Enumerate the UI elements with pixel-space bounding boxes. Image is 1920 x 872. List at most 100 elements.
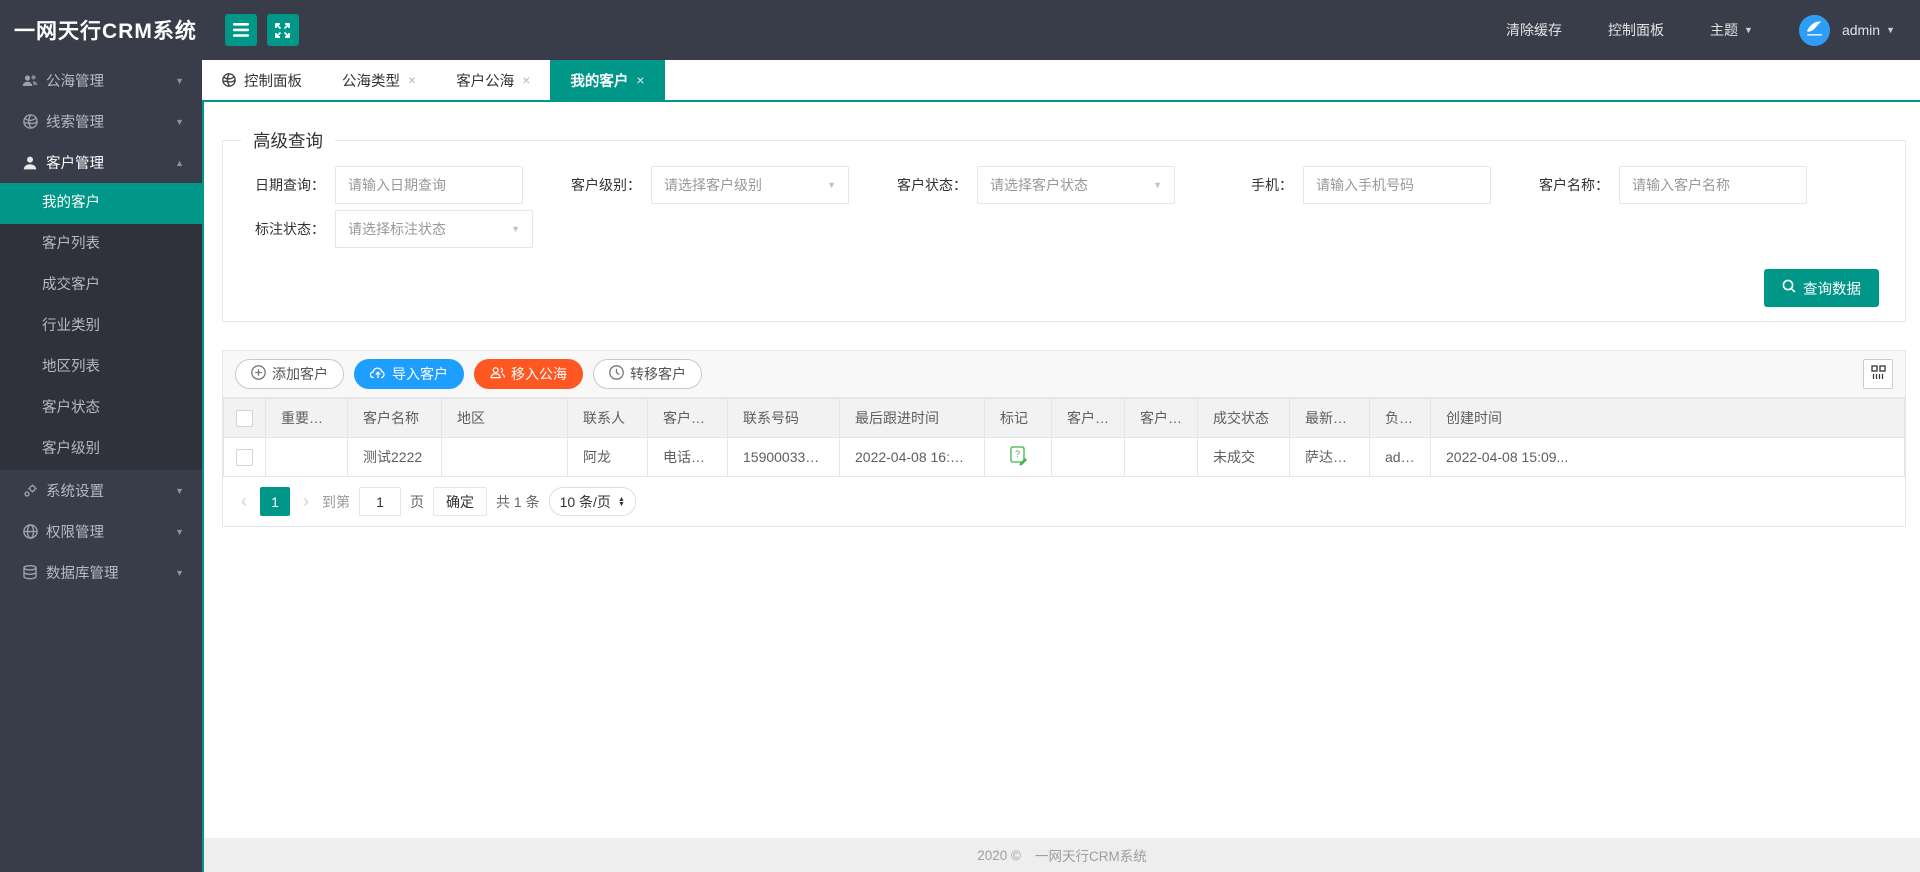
tab-public-sea-type[interactable]: 公海类型 ×: [322, 60, 436, 100]
cell-status: [1124, 437, 1198, 477]
add-customer-button[interactable]: 添加客户: [235, 359, 344, 389]
row-checkbox[interactable]: [236, 448, 253, 466]
mobile-input[interactable]: [1303, 166, 1491, 204]
clear-cache-link[interactable]: 清除缓存: [1506, 20, 1562, 40]
content-area: 控制面板 公海类型 × 客户公海 × 我的客户 × 高级查询 日期查询： 客户级: [202, 60, 1920, 872]
next-page-icon[interactable]: ›: [299, 491, 313, 512]
button-label: 移入公海: [511, 366, 567, 382]
sidebar-item-system-settings[interactable]: 系统设置 ▼: [0, 470, 202, 511]
cell-region: [441, 437, 568, 477]
sidebar-item-label: 公海管理: [46, 74, 104, 90]
sidebar-item-customer-list[interactable]: 客户列表: [0, 224, 202, 265]
sidebar-item-deal-customers[interactable]: 成交客户: [0, 265, 202, 306]
select-all-checkbox[interactable]: [236, 409, 253, 427]
caret-up-icon: ▲: [175, 157, 184, 168]
table-header-row: 重要客户 客户名称 地区 联系人 客户来源 联系号码 最后跟进时间 标记 客户级…: [223, 398, 1905, 438]
col-important: 重要客户: [265, 398, 348, 438]
table-row[interactable]: 测试2222 阿龙 电话咨询 15900033000 2022-04-08 16…: [223, 437, 1905, 477]
sidebar-item-leads[interactable]: 线索管理 ▼: [0, 101, 202, 142]
sidebar-item-customer-level[interactable]: 客户级别: [0, 429, 202, 470]
menu-toggle-button[interactable]: [224, 14, 257, 46]
cloud-upload-icon: [369, 366, 386, 382]
sidebar: 公海管理 ▼ 线索管理 ▼ 客户管理 ▲ 我的客户 客户列表 成交客户 行业类别…: [0, 60, 202, 872]
caret-down-icon: ▼: [175, 526, 184, 537]
select-all-cell: [223, 398, 266, 438]
tab-label: 客户公海: [456, 73, 515, 90]
sidebar-item-my-customers[interactable]: 我的客户: [0, 183, 202, 224]
company-logo-icon: [1798, 14, 1830, 46]
sidebar-item-permissions[interactable]: 权限管理 ▼: [0, 511, 202, 552]
user-menu[interactable]: admin ▼: [1842, 22, 1895, 38]
query-data-button[interactable]: 查询数据: [1764, 269, 1879, 307]
customer-level-field: 客户级别： 请选择客户级别 ▼: [539, 166, 849, 204]
page-size-select[interactable]: 10 条/页 ▲ ▼: [548, 487, 636, 516]
updown-arrows-icon: ▲ ▼: [617, 495, 625, 508]
query-form-row-1: 日期查询： 客户级别： 请选择客户级别 ▼ 客户状态： 请选择客户状态 ▼: [223, 166, 1905, 204]
customer-name-input[interactable]: [1619, 166, 1807, 204]
customer-level-select[interactable]: 请选择客户级别 ▼: [651, 166, 849, 204]
transfer-customer-button[interactable]: 转移客户: [593, 359, 702, 389]
current-page-button[interactable]: 1: [260, 487, 290, 516]
control-panel-link[interactable]: 控制面板: [1608, 20, 1664, 40]
cell-last-follow-time: 2022-04-08 16:45:...: [839, 437, 985, 477]
sidebar-item-label: 数据库管理: [46, 566, 119, 582]
globe-icon: [222, 73, 236, 87]
sidebar-item-industry-category[interactable]: 行业类别: [0, 306, 202, 347]
sidebar-item-public-sea[interactable]: 公海管理 ▼: [0, 60, 202, 101]
avatar[interactable]: [1798, 14, 1830, 46]
database-icon: [22, 565, 38, 580]
mark-status-select[interactable]: 请选择标注状态 ▼: [335, 210, 533, 248]
move-to-public-sea-button[interactable]: 移入公海: [474, 359, 583, 389]
cell-mark: ?: [984, 437, 1052, 477]
table-toolbar: 添加客户 导入客户 移入公海 转移客户: [223, 351, 1905, 398]
customer-status-field: 客户状态： 请选择客户状态 ▼: [865, 166, 1175, 204]
confirm-page-button[interactable]: 确定: [433, 487, 487, 516]
gears-icon: [22, 484, 38, 498]
edit-note-icon[interactable]: ?: [1009, 446, 1028, 469]
close-tab-icon[interactable]: ×: [408, 73, 416, 87]
customer-status-select[interactable]: 请选择客户状态 ▼: [977, 166, 1175, 204]
close-tab-icon[interactable]: ×: [636, 73, 644, 87]
sidebar-item-label: 系统设置: [46, 484, 104, 500]
footer-year: 2020 ©: [977, 847, 1021, 863]
sidebar-item-customer-status[interactable]: 客户状态: [0, 388, 202, 429]
column-settings-button[interactable]: [1863, 359, 1893, 389]
col-phone: 联系号码: [727, 398, 840, 438]
sidebar-item-region-list[interactable]: 地区列表: [0, 347, 202, 388]
panel-legend: 高级查询: [241, 128, 335, 153]
fullscreen-icon: [275, 22, 291, 38]
network-globe-icon: [22, 524, 38, 539]
cell-customer-name: 测试2222: [347, 437, 442, 477]
users-icon: [490, 366, 506, 382]
col-owner: 负责人: [1369, 398, 1431, 438]
mobile-field: 手机：: [1191, 166, 1491, 204]
close-tab-icon[interactable]: ×: [522, 73, 530, 87]
goto-label: 到第: [322, 493, 350, 510]
prev-page-icon[interactable]: ‹: [237, 491, 251, 512]
tab-customer-public-sea[interactable]: 客户公海 ×: [436, 60, 550, 100]
caret-down-icon: ▼: [175, 567, 184, 578]
customer-table-panel: 添加客户 导入客户 移入公海 转移客户 重要客户 客户名称 地区 联系人 客户来…: [222, 350, 1906, 527]
username-label: admin: [1841, 22, 1881, 38]
tab-control-panel[interactable]: 控制面板: [202, 60, 322, 100]
sidebar-item-database[interactable]: 数据库管理 ▼: [0, 552, 202, 593]
field-label: 手机：: [1251, 177, 1293, 193]
advanced-query-panel: 高级查询 日期查询： 客户级别： 请选择客户级别 ▼ 客户状态： 请选择客户: [222, 128, 1906, 322]
columns-layout-icon: [1870, 365, 1886, 383]
sidebar-item-label: 客户管理: [46, 156, 104, 172]
col-status: 客户状态: [1124, 398, 1198, 438]
caret-down-icon: ▼: [827, 180, 836, 190]
cell-contact: 阿龙: [567, 437, 648, 477]
goto-page-input[interactable]: [359, 487, 401, 516]
import-customer-button[interactable]: 导入客户: [354, 359, 464, 389]
cell-created-time: 2022-04-08 15:09...: [1430, 437, 1905, 477]
fullscreen-button[interactable]: [266, 14, 299, 46]
mark-status-field: 标注状态： 请选择标注状态 ▼: [223, 210, 533, 248]
cell-phone: 15900033000: [727, 437, 840, 477]
theme-dropdown[interactable]: 主题 ▼: [1710, 20, 1753, 40]
sidebar-item-customers[interactable]: 客户管理 ▲: [0, 142, 202, 183]
tab-my-customers[interactable]: 我的客户 ×: [550, 60, 665, 100]
page-footer: 2020 © 一网天行CRM系统: [204, 838, 1920, 872]
button-label: 添加客户: [272, 366, 328, 382]
date-query-input[interactable]: [335, 166, 523, 204]
